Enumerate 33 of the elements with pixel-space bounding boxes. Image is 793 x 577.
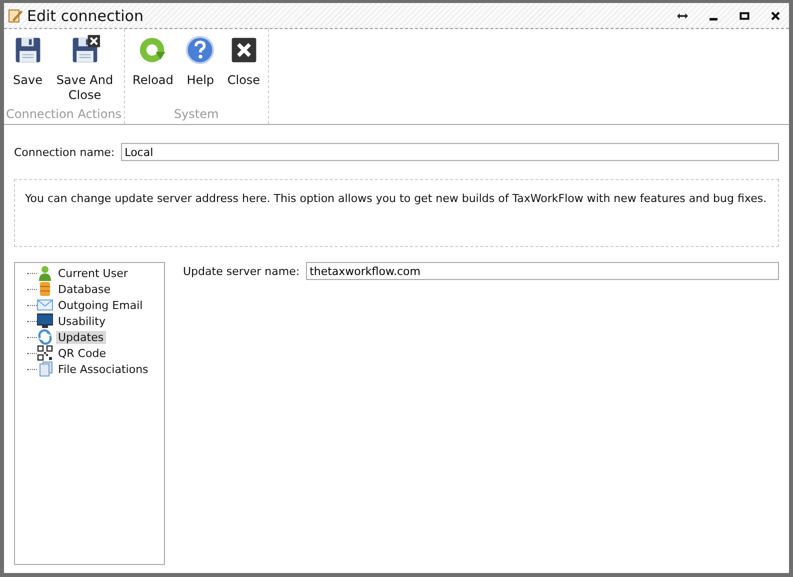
tree-item[interactable]: Current User bbox=[56, 266, 130, 280]
tree-item[interactable]: Updates bbox=[56, 330, 106, 344]
connection-name-field[interactable]: Local bbox=[120, 143, 779, 161]
save-close-button[interactable]: Save And Close bbox=[48, 35, 121, 107]
envelope-icon bbox=[37, 297, 53, 313]
close-button[interactable]: Close bbox=[221, 35, 266, 107]
maximize-icon[interactable] bbox=[739, 10, 750, 20]
edit-icon bbox=[7, 8, 23, 24]
tree-item[interactable]: Outgoing Email bbox=[56, 298, 145, 312]
tree-item[interactable]: Usability bbox=[56, 314, 108, 328]
tree-item[interactable]: Database bbox=[56, 282, 112, 296]
window-title: Edit connection bbox=[27, 6, 144, 24]
refresh-icon bbox=[37, 329, 53, 345]
group-label: Connection Actions bbox=[6, 107, 122, 123]
qr-code-icon bbox=[37, 345, 53, 361]
tree-item[interactable]: QR Code bbox=[56, 346, 108, 360]
resize-icon[interactable] bbox=[677, 10, 688, 20]
reload-button[interactable]: Reload bbox=[126, 35, 180, 107]
update-server-field[interactable]: thetaxworkflow.com bbox=[306, 262, 779, 280]
group-label: System bbox=[174, 107, 219, 123]
database-icon bbox=[37, 281, 53, 297]
info-text: You can change update server address here. This option allows you to get new builds of TaxWorkFlow with new features and bug fixes. bbox=[25, 192, 767, 205]
save-button[interactable]: Save bbox=[6, 35, 49, 107]
help-icon bbox=[185, 35, 216, 65]
field-label: Connection name: bbox=[14, 146, 115, 158]
help-button[interactable]: Help bbox=[179, 35, 222, 107]
user-icon bbox=[37, 265, 53, 281]
documents-icon bbox=[37, 361, 53, 377]
monitor-icon bbox=[37, 313, 53, 329]
tree-item[interactable]: File Associations bbox=[56, 362, 150, 376]
field-label: Update server name: bbox=[183, 264, 300, 278]
close-icon[interactable] bbox=[770, 10, 781, 20]
reload-icon bbox=[138, 35, 168, 65]
